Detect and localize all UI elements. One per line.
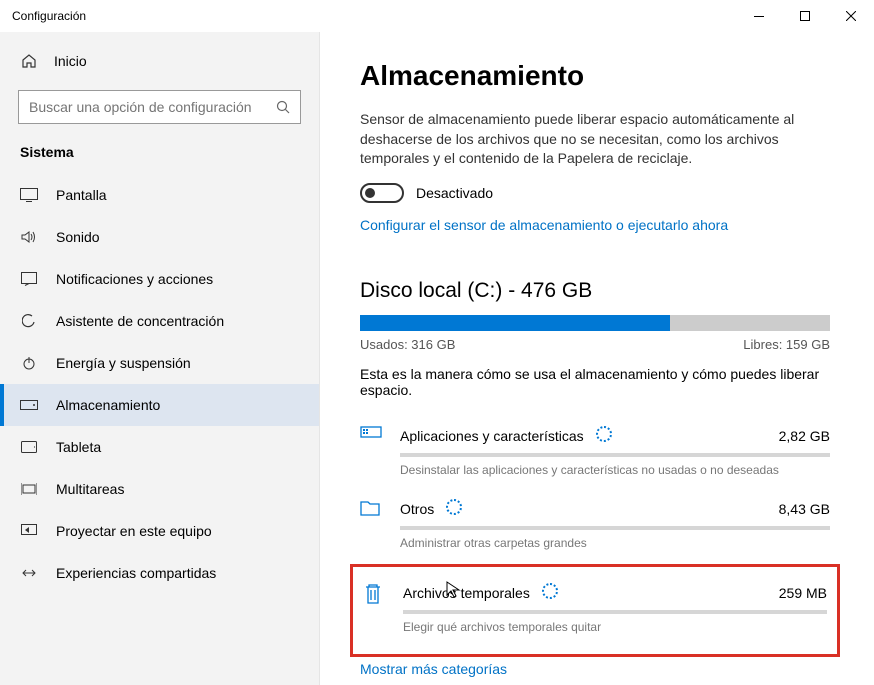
home-icon	[20, 52, 38, 70]
configure-sensor-link[interactable]: Configurar el sensor de almacenamiento o…	[360, 217, 830, 233]
search-icon	[276, 100, 290, 114]
disk-stats: Usados: 316 GB Libres: 159 GB	[360, 337, 830, 352]
category-name: Aplicaciones y características	[400, 428, 584, 444]
nav-label: Experiencias compartidas	[56, 565, 216, 581]
search-box[interactable]	[18, 90, 301, 124]
category-bar	[400, 453, 830, 457]
project-icon	[20, 522, 38, 540]
nav-proyectar[interactable]: Proyectar en este equipo	[0, 510, 319, 552]
disk-title: Disco local (C:) - 476 GB	[360, 279, 830, 303]
apps-icon	[360, 426, 384, 477]
category-name: Otros	[400, 501, 434, 517]
loading-spinner-icon	[446, 499, 462, 515]
section-heading: Sistema	[0, 144, 319, 174]
nav-sonido[interactable]: Sonido	[0, 216, 319, 258]
category-size: 2,82 GB	[779, 428, 830, 444]
multitask-icon	[20, 480, 38, 498]
nav-label: Proyectar en este equipo	[56, 523, 212, 539]
nav-label: Tableta	[56, 439, 101, 455]
shared-icon	[20, 564, 38, 582]
category-name: Archivos temporales	[403, 585, 530, 601]
nav-multitareas[interactable]: Multitareas	[0, 468, 319, 510]
tablet-icon	[20, 438, 38, 456]
category-subtext: Elegir qué archivos temporales quitar	[403, 620, 827, 634]
sensor-description: Sensor de almacenamiento puede liberar e…	[360, 110, 820, 169]
nav-asistente[interactable]: Asistente de concentración	[0, 300, 319, 342]
folder-icon	[360, 499, 384, 550]
nav-notificaciones[interactable]: Notificaciones y acciones	[0, 258, 319, 300]
disk-used: Usados: 316 GB	[360, 337, 455, 352]
category-subtext: Desinstalar las aplicaciones y caracterí…	[400, 463, 830, 477]
nav-label: Sonido	[56, 229, 100, 245]
titlebar: Configuración	[0, 0, 874, 32]
sidebar: Inicio Sistema Pantalla Sonido Notificac…	[0, 32, 320, 685]
minimize-button[interactable]	[736, 0, 782, 32]
loading-spinner-icon	[596, 426, 612, 442]
nav-label: Almacenamiento	[56, 397, 160, 413]
category-size: 259 MB	[779, 585, 827, 601]
nav-label: Energía y suspensión	[56, 355, 191, 371]
category-subtext: Administrar otras carpetas grandes	[400, 536, 830, 550]
storage-sense-toggle[interactable]	[360, 183, 404, 203]
disk-usage-bar	[360, 315, 830, 331]
power-icon	[20, 354, 38, 372]
category-bar	[400, 526, 830, 530]
nav-label: Pantalla	[56, 187, 107, 203]
nav-pantalla[interactable]: Pantalla	[0, 174, 319, 216]
disk-bar-fill	[360, 315, 670, 331]
category-size: 8,43 GB	[779, 501, 830, 517]
toggle-state-label: Desactivado	[416, 185, 493, 201]
nav-energia[interactable]: Energía y suspensión	[0, 342, 319, 384]
category-bar	[403, 610, 827, 614]
focus-icon	[20, 312, 38, 330]
nav-label: Notificaciones y acciones	[56, 271, 213, 287]
notifications-icon	[20, 270, 38, 288]
category-temp-files[interactable]: Archivos temporales 259 MB Elegir qué ar…	[350, 564, 840, 657]
nav-almacenamiento[interactable]: Almacenamiento	[0, 384, 319, 426]
category-apps[interactable]: Aplicaciones y características 2,82 GB D…	[360, 418, 830, 491]
main-panel: Almacenamiento Sensor de almacenamiento …	[320, 32, 874, 685]
disk-free: Libres: 159 GB	[743, 337, 830, 352]
page-title: Almacenamiento	[360, 60, 830, 92]
window-title: Configuración	[12, 9, 86, 23]
close-button[interactable]	[828, 0, 874, 32]
disk-description: Esta es la manera cómo se usa el almacen…	[360, 366, 830, 398]
display-icon	[20, 186, 38, 204]
nav-label: Multitareas	[56, 481, 124, 497]
nav-tableta[interactable]: Tableta	[0, 426, 319, 468]
show-more-link[interactable]: Mostrar más categorías	[360, 661, 830, 677]
toggle-row: Desactivado	[360, 183, 830, 203]
sound-icon	[20, 228, 38, 246]
category-otros[interactable]: Otros 8,43 GB Administrar otras carpetas…	[360, 491, 830, 564]
loading-spinner-icon	[542, 583, 558, 599]
storage-icon	[20, 396, 38, 414]
home-label: Inicio	[54, 53, 87, 69]
nav-label: Asistente de concentración	[56, 313, 224, 329]
home-nav[interactable]: Inicio	[0, 44, 319, 78]
nav-experiencias[interactable]: Experiencias compartidas	[0, 552, 319, 594]
maximize-button[interactable]	[782, 0, 828, 32]
toggle-knob	[365, 188, 375, 198]
search-input[interactable]	[29, 99, 276, 115]
trash-icon	[363, 583, 387, 634]
window-controls	[736, 0, 874, 32]
